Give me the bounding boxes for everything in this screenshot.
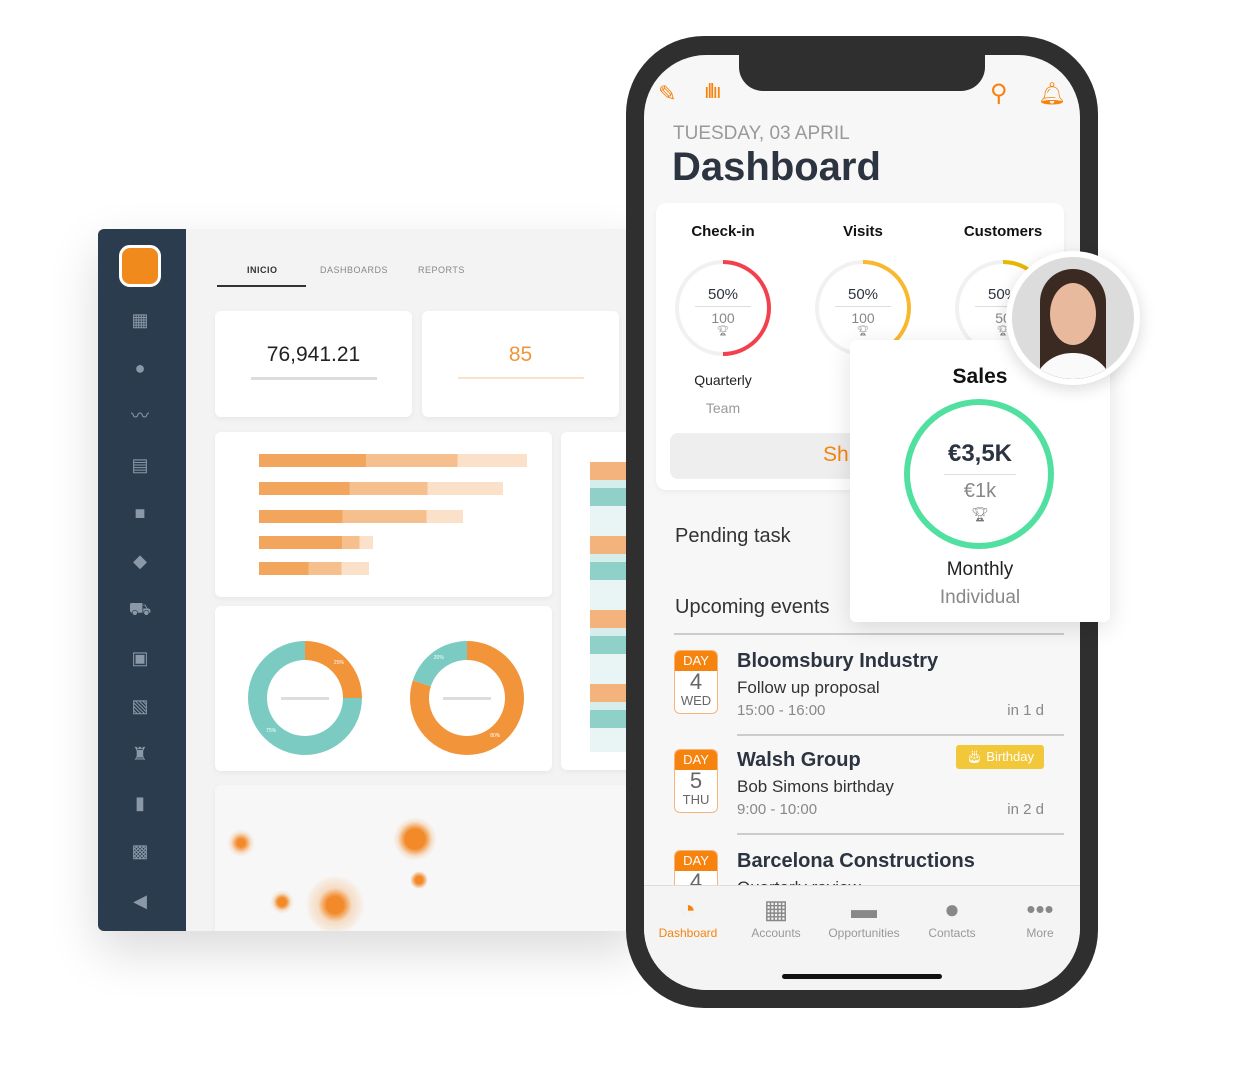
tag-icon[interactable]: ◆ bbox=[128, 549, 152, 573]
user-icon: ● bbox=[944, 894, 960, 924]
building-icon[interactable]: ▦ bbox=[128, 308, 152, 332]
trophy-icon: 🏆︎ bbox=[856, 326, 870, 337]
kpi-value: 76,941.21 bbox=[266, 343, 361, 366]
tab-dashboards[interactable]: DASHBOARDS bbox=[320, 265, 388, 275]
calendar-icon[interactable]: ▤ bbox=[128, 453, 152, 477]
kpi-value: 85 bbox=[508, 343, 533, 366]
app-logo[interactable] bbox=[119, 245, 161, 287]
sales-period: Monthly bbox=[946, 559, 1014, 580]
chart-line-icon[interactable]: ▧ bbox=[128, 694, 152, 718]
kpi-card: 85 bbox=[422, 311, 619, 417]
building-icon: ▦ bbox=[763, 894, 789, 924]
donut-label: 75% bbox=[266, 728, 277, 734]
nav-opportunities[interactable]: ▬ Opportunities bbox=[820, 892, 908, 940]
voice-icon[interactable]: ıllıı bbox=[704, 81, 722, 104]
birthday-badge: 🎂︎ Birthday bbox=[956, 745, 1044, 769]
sales-scope: Individual bbox=[939, 587, 1021, 608]
logo-icon[interactable]: ✎ bbox=[658, 81, 676, 107]
briefcase-icon: ▬ bbox=[851, 894, 877, 924]
notch bbox=[739, 55, 985, 91]
tab-inicio[interactable]: INICIO bbox=[247, 265, 278, 275]
trophy-icon: 🏆︎ bbox=[716, 326, 730, 337]
sidebar: ▦ ● 〰 ▤ ■ ◆ ⛟ ▣ ▧ ♜ ▮ ▩ ◀ bbox=[98, 229, 186, 931]
report-icon[interactable]: ▩ bbox=[128, 839, 152, 863]
donut-charts: 25% 75% 80% 20% bbox=[248, 641, 524, 755]
desktop-dashboard: ▦ ● 〰 ▤ ■ ◆ ⛟ ▣ ▧ ♜ ▮ ▩ ◀ INICIO DASHBOA… bbox=[98, 229, 638, 931]
user-icon[interactable]: ● bbox=[128, 356, 152, 380]
cake-icon: 🎂︎ bbox=[966, 749, 983, 764]
sales-target: €1k bbox=[963, 480, 997, 502]
avatar[interactable] bbox=[1006, 251, 1140, 385]
donut-label: 25% bbox=[334, 660, 345, 666]
trophy-icon: 🏆︎ bbox=[971, 506, 989, 522]
more-icon: ••• bbox=[1026, 894, 1054, 924]
sales-value: €3,5K bbox=[947, 440, 1013, 467]
dashboard-icon: ◔ bbox=[680, 894, 696, 924]
day-badge: DAY 4 WED bbox=[674, 650, 718, 714]
donut-card: 25% 75% 80% 20% bbox=[215, 606, 552, 771]
bar-chart-card bbox=[215, 432, 552, 597]
nav-more[interactable]: ••• More bbox=[996, 892, 1080, 940]
nav-dashboard[interactable]: ◔ Dashboard bbox=[644, 892, 732, 940]
activity-icon[interactable]: 〰 bbox=[128, 404, 152, 428]
cart-icon[interactable]: ⛟ bbox=[128, 597, 152, 621]
nav-accounts[interactable]: ▦ Accounts bbox=[732, 892, 820, 940]
event-item[interactable]: DAY 4 WED Bloomsbury Industry Follow up pr… bbox=[674, 650, 1064, 746]
map-card bbox=[215, 785, 638, 931]
active-tab-underline bbox=[217, 285, 306, 287]
search-icon[interactable]: ⚲ bbox=[990, 79, 1008, 108]
date-label: TUESDAY, 03 APRIL bbox=[673, 123, 850, 144]
pending-task-heading[interactable]: Pending task bbox=[675, 525, 791, 548]
nav-contacts[interactable]: ● Contacts bbox=[908, 892, 996, 940]
megaphone-icon[interactable]: ◀ bbox=[128, 889, 152, 913]
upcoming-events-heading: Upcoming events bbox=[675, 596, 830, 618]
tab-reports[interactable]: REPORTS bbox=[418, 265, 465, 275]
trophy-icon[interactable]: ♜ bbox=[128, 742, 152, 766]
day-badge: DAY 5 THU bbox=[674, 749, 718, 813]
page-title: Dashboard bbox=[672, 145, 881, 189]
home-indicator bbox=[782, 974, 942, 979]
documents-icon[interactable]: ▣ bbox=[128, 646, 152, 670]
kpi-card: 76,941.21 bbox=[215, 311, 412, 417]
kpi-0[interactable]: Check-in 50% 100 🏆︎ Quarterly Team bbox=[658, 203, 788, 416]
bottom-nav: ◔ Dashboard ▦ Accounts ▬ Opportunities ●… bbox=[644, 885, 1080, 990]
donut-label: 80% bbox=[490, 733, 501, 739]
donut-slice bbox=[305, 641, 362, 698]
bell-icon[interactable]: 🔔︎ bbox=[1038, 81, 1066, 107]
donut-label: 20% bbox=[434, 655, 445, 661]
event-item[interactable]: DAY 5 THU Walsh Group Bob Simons birthday … bbox=[674, 745, 1064, 845]
donut-slice bbox=[412, 641, 467, 687]
briefcase-icon[interactable]: ■ bbox=[128, 501, 152, 525]
bar-chart-icon[interactable]: ▮ bbox=[128, 791, 152, 815]
progress-ring: 50% 100 🏆︎ bbox=[675, 260, 771, 356]
